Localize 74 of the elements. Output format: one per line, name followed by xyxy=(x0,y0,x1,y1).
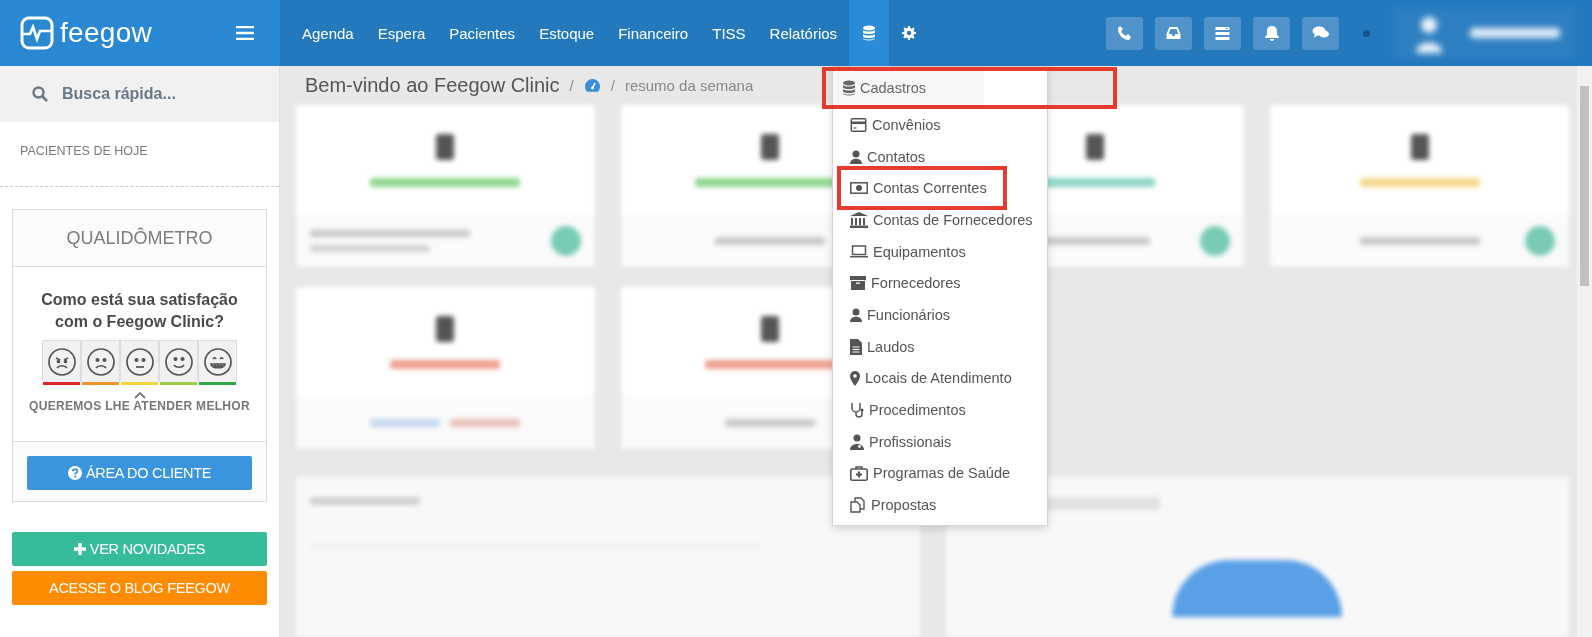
angry-face-icon xyxy=(46,346,77,377)
section-title: PACIENTES DE HOJE xyxy=(0,122,279,187)
nav-tab[interactable]: Pacientes xyxy=(437,0,528,66)
chat-button[interactable] xyxy=(1302,16,1339,50)
bank-icon xyxy=(850,211,868,228)
menu-item[interactable]: Funcionários xyxy=(833,299,1047,331)
inbox-icon xyxy=(1165,25,1182,41)
menu-item[interactable]: Equipamentos xyxy=(833,235,1047,268)
medical-kit-icon xyxy=(850,465,868,481)
logo-text: feegow xyxy=(60,17,153,49)
dashboard-gauge-icon[interactable] xyxy=(583,78,601,93)
menu-item[interactable]: Profissionais xyxy=(833,425,1047,458)
bell-icon xyxy=(1263,25,1280,41)
sad-face-icon xyxy=(85,346,116,377)
phone-icon xyxy=(1116,25,1133,41)
nav-tab[interactable]: Financeiro xyxy=(606,0,701,66)
menu-item[interactable]: Contas Correntes xyxy=(837,166,1007,211)
inbox-button[interactable] xyxy=(1155,16,1192,50)
server-icon xyxy=(1214,25,1231,41)
nav-tab[interactable]: Relatórios xyxy=(757,0,850,66)
map-pin-icon xyxy=(850,370,860,386)
search-icon xyxy=(32,86,48,102)
plus-icon xyxy=(73,543,86,556)
copy-documents-icon xyxy=(850,497,866,514)
scrollbar[interactable] xyxy=(1577,66,1592,637)
document-icon xyxy=(850,338,862,355)
archive-box-icon xyxy=(850,276,866,291)
caret-up-icon xyxy=(133,392,146,400)
nav-tab[interactable]: Espera xyxy=(365,0,438,66)
satisfaction-question: Como está sua satisfação com o Feegow Clinic? xyxy=(40,290,239,332)
search-field[interactable]: Busca rápida... xyxy=(0,66,279,122)
breadcrumb-separator: / xyxy=(610,77,615,94)
menu-icon[interactable] xyxy=(236,26,254,40)
rating-face-button[interactable] xyxy=(159,340,198,383)
menu-item[interactable]: Convênios xyxy=(833,109,1047,141)
database-tab[interactable] xyxy=(849,0,890,66)
search-input[interactable]: Busca rápida... xyxy=(60,84,264,104)
neutral-face-icon xyxy=(124,346,155,377)
stethoscope-icon xyxy=(850,402,864,419)
nav-tab[interactable]: Estoque xyxy=(527,0,607,66)
banknote-icon xyxy=(850,182,868,195)
database-icon xyxy=(862,25,877,41)
rating-face-button[interactable] xyxy=(42,340,81,383)
status-dot xyxy=(1363,29,1370,37)
menu-item[interactable]: Laudos xyxy=(833,330,1047,363)
smiling-face-icon xyxy=(163,346,194,377)
database-icon xyxy=(842,80,856,96)
menu-item[interactable]: Fornecedores xyxy=(833,267,1047,300)
rating-face-button[interactable] xyxy=(120,340,159,383)
grinning-face-icon xyxy=(202,346,233,377)
nav-tab[interactable]: Agenda xyxy=(290,0,366,66)
menu-header: Cadastros xyxy=(822,67,1117,109)
laptop-icon xyxy=(850,245,868,259)
menu-item[interactable]: Programas de Saúde xyxy=(833,457,1047,490)
heartbeat-logo-icon xyxy=(20,16,54,50)
user-icon xyxy=(850,307,862,322)
menu-item[interactable]: Locais de Atendimento xyxy=(833,362,1047,395)
rating-face-button[interactable] xyxy=(81,340,120,383)
notifications-button[interactable] xyxy=(1253,16,1290,50)
rating-caption: QUEREMOS LHE ATENDER MELHOR xyxy=(29,399,250,414)
server-button[interactable] xyxy=(1204,16,1241,50)
doctor-icon xyxy=(850,433,864,450)
help-icon xyxy=(67,466,82,481)
breadcrumb-separator: / xyxy=(569,77,574,94)
menu-item[interactable]: Propostas xyxy=(833,489,1047,521)
menu-item[interactable]: Procedimentos xyxy=(833,394,1047,426)
phone-button[interactable] xyxy=(1106,16,1143,50)
nav-tab[interactable]: TISS xyxy=(700,0,758,66)
rating-face-button[interactable] xyxy=(198,340,237,383)
user-icon xyxy=(850,149,862,164)
chat-icon xyxy=(1311,25,1330,41)
settings-icon xyxy=(902,26,917,40)
credit-card-icon xyxy=(850,117,867,132)
page-title: Bem-vindo ao Feegow Clinic xyxy=(305,74,560,97)
